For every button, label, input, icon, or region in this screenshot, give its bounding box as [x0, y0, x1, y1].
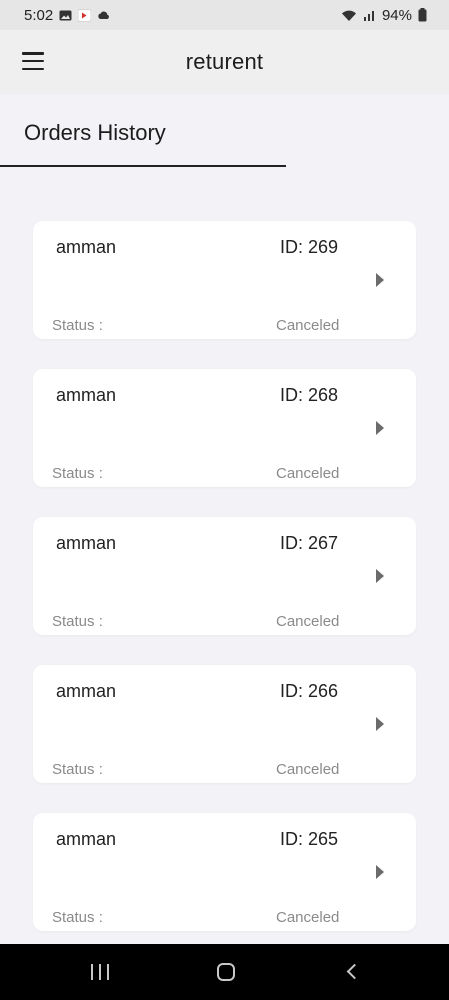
order-card[interactable]: amman ID: 266 Status : Canceled [33, 665, 416, 783]
order-status-value: Canceled [276, 613, 340, 630]
order-status-label: Status : [52, 909, 103, 926]
battery-icon [418, 8, 427, 22]
system-nav-bar [0, 944, 449, 1000]
hamburger-menu-icon[interactable] [22, 52, 44, 70]
battery-percentage: 94% [381, 6, 412, 24]
wifi-icon [341, 10, 356, 21]
app-bar: returent [0, 30, 449, 94]
title-divider [0, 165, 286, 167]
chevron-right-icon[interactable] [376, 273, 384, 287]
app-title: returent [185, 49, 264, 74]
home-icon[interactable] [217, 963, 235, 981]
order-status-value: Canceled [276, 317, 340, 334]
app-notification-icon [78, 8, 92, 22]
status-bar-left: 5:02 [24, 7, 110, 24]
chevron-right-icon[interactable] [376, 717, 384, 731]
order-card[interactable]: amman ID: 267 Status : Canceled [33, 517, 416, 635]
status-bar: 5:02 94% [0, 0, 449, 30]
back-icon[interactable] [346, 963, 363, 980]
order-id: ID: 269 [280, 237, 339, 257]
order-id: ID: 266 [280, 681, 339, 701]
order-status-value: Canceled [276, 909, 340, 926]
order-card[interactable]: amman ID: 265 Status : Canceled [33, 813, 416, 931]
order-id: ID: 267 [280, 533, 339, 553]
order-card[interactable]: amman ID: 269 Status : Canceled [33, 221, 416, 339]
order-status-label: Status : [52, 613, 103, 630]
order-status-value: Canceled [276, 465, 340, 482]
order-status-value: Canceled [276, 761, 340, 778]
recents-icon[interactable] [91, 964, 109, 980]
page-title: Orders History [24, 120, 166, 145]
order-city: amman [56, 829, 117, 849]
status-time: 5:02 [24, 6, 54, 24]
order-city: amman [56, 681, 117, 701]
order-card[interactable]: amman ID: 268 Status : Canceled [33, 369, 416, 487]
order-status-label: Status : [52, 761, 103, 778]
image-icon [59, 10, 72, 20]
order-city: amman [56, 237, 117, 257]
signal-icon [363, 10, 374, 21]
status-bar-right: 94% [341, 7, 427, 24]
cloud-icon [98, 11, 110, 19]
order-city: amman [56, 385, 117, 405]
order-city: amman [56, 533, 117, 553]
order-id: ID: 268 [280, 385, 339, 405]
chevron-right-icon[interactable] [376, 865, 384, 879]
chevron-right-icon[interactable] [376, 421, 384, 435]
order-status-label: Status : [52, 317, 103, 334]
order-id: ID: 265 [280, 829, 339, 849]
order-status-label: Status : [52, 465, 103, 482]
chevron-right-icon[interactable] [376, 569, 384, 583]
